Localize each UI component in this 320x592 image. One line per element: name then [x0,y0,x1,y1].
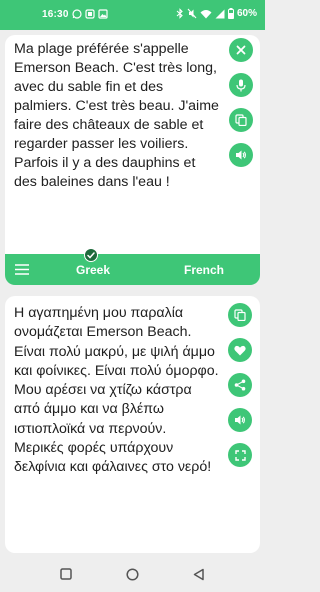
wifi-icon [200,9,212,18]
target-language-button[interactable]: French [184,263,224,277]
notification-icon [85,9,95,19]
speaker-icon [235,415,245,425]
gallery-icon [98,9,108,19]
speaker-icon [236,150,246,160]
share-button[interactable] [228,373,252,397]
copy-translation-button[interactable] [228,303,252,327]
translation-card: Η αγαπημένη μου παραλία ονομάζεται Emers… [5,296,260,553]
status-time: 16:30 [42,9,69,20]
status-bar: 16:30 60% [0,0,265,30]
status-notification-icons [72,9,108,19]
back-button[interactable] [193,568,205,581]
menu-icon[interactable] [15,264,29,275]
checkmark-icon [87,251,95,259]
favorite-button[interactable] [228,338,252,362]
microphone-icon [236,79,246,91]
selected-language-badge [84,248,98,262]
signal-icon [215,9,225,18]
source-card: Ma plage préférée s'appelle Emerson Beac… [5,35,260,285]
heart-icon [234,345,246,355]
status-system-icons: 60% [176,8,257,19]
mute-icon [187,8,197,19]
home-button[interactable] [126,568,139,581]
copy-source-button[interactable] [229,108,253,132]
speak-source-button[interactable] [229,143,253,167]
fullscreen-icon [234,449,246,461]
battery-icon [227,8,234,19]
language-bar: Greek French [5,248,260,285]
fullscreen-button[interactable] [228,443,252,467]
system-navigation-bar [0,558,265,592]
voice-input-button[interactable] [229,73,253,97]
copy-icon [235,114,247,126]
copy-icon [234,309,246,321]
bluetooth-icon [176,8,183,19]
source-language-button[interactable]: Greek [76,263,110,277]
close-icon [236,45,246,55]
source-text[interactable]: Ma plage préférée s'appelle Emerson Beac… [14,40,219,192]
translation-text: Η αγαπημένη μου παραλία ονομάζεται Emers… [14,305,223,476]
speak-translation-button[interactable] [228,408,252,432]
recents-button[interactable] [60,568,72,580]
share-icon [234,379,246,391]
battery-percent: 60% [236,8,257,19]
clear-button[interactable] [229,38,253,62]
whatsapp-icon [72,9,82,19]
